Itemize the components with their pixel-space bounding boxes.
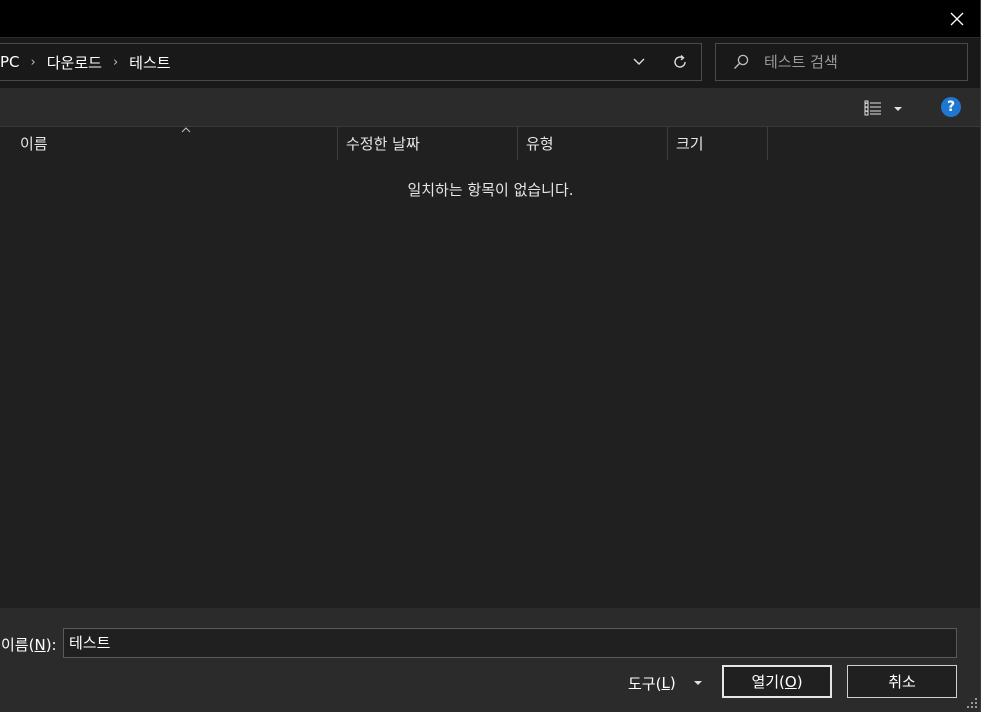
empty-list-message: 일치하는 항목이 없습니다. xyxy=(407,181,574,199)
dialog-footer: 이름(N): 도구(L) 열기(O) 취소 xyxy=(0,608,981,712)
column-header-date-modified[interactable]: 수정한 날짜 xyxy=(338,127,518,160)
file-name-input[interactable] xyxy=(63,628,957,658)
search-icon xyxy=(734,54,749,69)
close-icon xyxy=(950,12,964,25)
search-box[interactable] xyxy=(715,43,968,81)
column-header-label: 이름 xyxy=(20,135,48,153)
breadcrumb-separator[interactable]: › xyxy=(31,55,36,70)
tools-button[interactable]: 도구(L) xyxy=(628,670,676,696)
refresh-button[interactable] xyxy=(667,44,693,80)
tools-dropdown[interactable] xyxy=(691,675,705,689)
navigation-bar: PC › 다운로드 › 테스트 xyxy=(0,38,981,88)
open-button[interactable]: 열기(O) xyxy=(722,665,832,698)
search-input[interactable] xyxy=(764,50,954,74)
caret-down-icon xyxy=(894,107,902,111)
column-header-name[interactable]: 이름 xyxy=(12,127,338,160)
help-icon: ? xyxy=(946,99,956,115)
refresh-icon xyxy=(674,54,686,68)
command-toolbar xyxy=(0,88,981,127)
change-view-button[interactable] xyxy=(860,97,886,119)
address-bar[interactable]: PC › 다운로드 › 테스트 xyxy=(0,43,702,81)
column-header-type[interactable]: 유형 xyxy=(518,127,668,160)
column-header-size[interactable]: 크기 xyxy=(668,127,768,160)
close-button[interactable] xyxy=(934,0,980,37)
view-options-dropdown[interactable] xyxy=(891,101,905,115)
caret-down-icon xyxy=(694,681,702,685)
cancel-button[interactable]: 취소 xyxy=(847,665,957,698)
title-bar xyxy=(0,0,981,38)
breadcrumb-separator[interactable]: › xyxy=(113,55,118,70)
breadcrumb-downloads[interactable]: 다운로드 xyxy=(47,52,102,73)
file-name-label: 이름(N): xyxy=(1,636,57,654)
column-header-label: 유형 xyxy=(526,135,554,153)
breadcrumb-pc[interactable]: PC xyxy=(0,53,20,71)
resize-grip-icon[interactable] xyxy=(967,698,978,709)
column-header-label: 수정한 날짜 xyxy=(346,135,420,153)
help-button[interactable]: ? xyxy=(941,97,961,117)
breadcrumb-test[interactable]: 테스트 xyxy=(129,52,170,73)
chevron-down-icon xyxy=(633,58,645,65)
details-view-icon xyxy=(864,100,881,116)
file-open-dialog: PC › 다운로드 › 테스트 테스트 검색 ? 이름 수정한 날짜 유형 크기… xyxy=(0,0,981,712)
column-header-label: 크기 xyxy=(676,135,704,153)
file-list[interactable]: 이름 수정한 날짜 유형 크기 일치하는 항목이 없습니다. xyxy=(0,127,981,608)
address-history-dropdown[interactable] xyxy=(627,44,651,80)
sort-ascending-icon xyxy=(181,127,191,133)
